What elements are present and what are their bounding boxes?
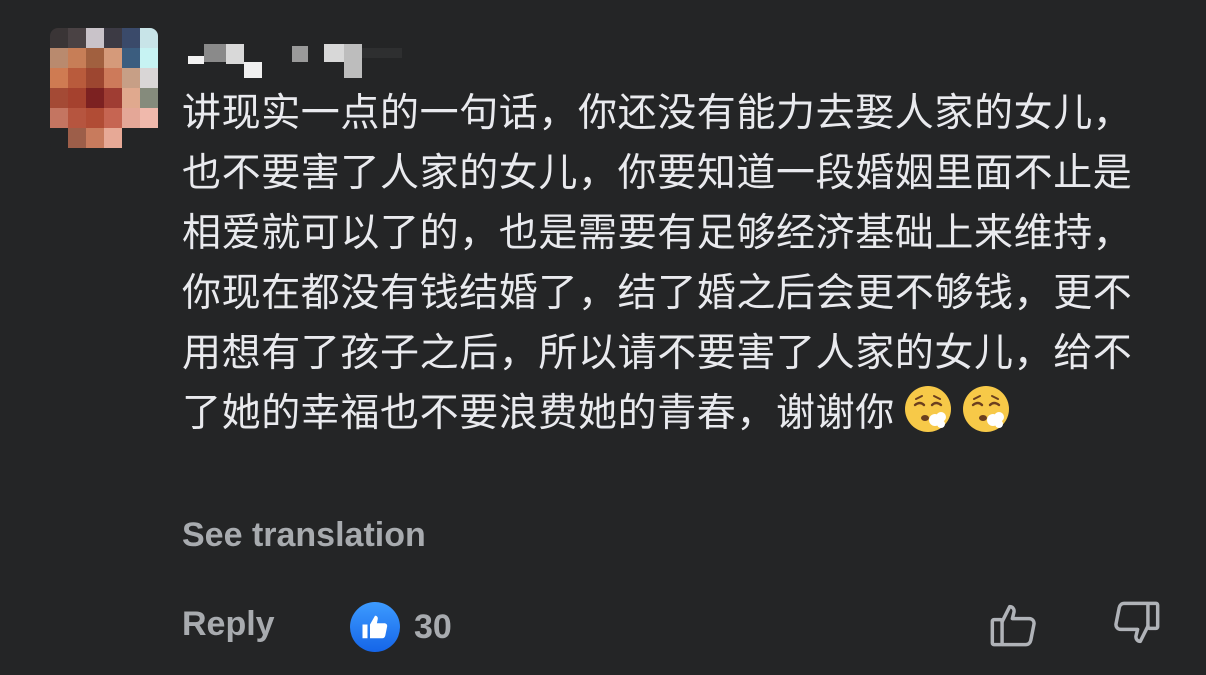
face-exhaling-emoji	[904, 386, 951, 432]
like-reaction-icon	[350, 602, 400, 652]
avatar[interactable]	[50, 28, 158, 152]
see-translation-link[interactable]: See translation	[182, 516, 426, 555]
username-redacted[interactable]	[188, 44, 402, 80]
comment-text: 讲现实一点的一句话，你还没有能力去娶人家的女儿，也不要害了人家的女儿，你要知道一…	[182, 84, 1167, 444]
face-exhaling-emoji	[962, 386, 1009, 432]
reply-button[interactable]: Reply	[182, 605, 275, 644]
thumbs-down-icon[interactable]	[1110, 598, 1162, 650]
reaction-summary[interactable]: 30	[350, 602, 452, 652]
reaction-count: 30	[414, 607, 452, 646]
thumbs-up-icon[interactable]	[988, 598, 1040, 650]
